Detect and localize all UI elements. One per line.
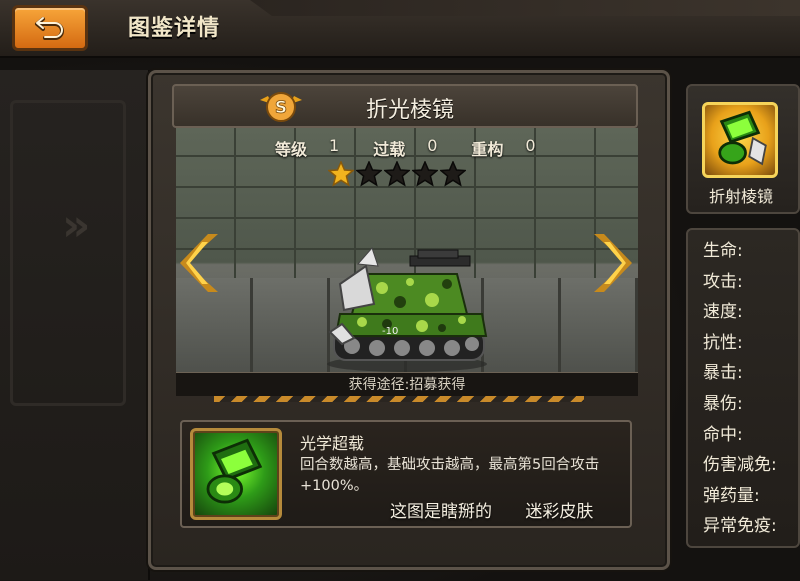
- tank-plate: -10: [382, 326, 398, 337]
- overlay-note-skin: 迷彩皮肤: [525, 502, 594, 522]
- top-bar-decoration: [250, 0, 800, 16]
- part-icon[interactable]: [702, 102, 778, 178]
- background-chevron: »: [62, 200, 91, 251]
- attribute-list: 生命: 攻击: 速度: 抗性: 暴击: 暴伤: 命中: 伤害减免: 弹药量: 异常免疫:: [703, 236, 777, 542]
- top-bar: [0, 0, 800, 58]
- level-value: 1: [329, 136, 340, 155]
- rebuild-label: 重构: [471, 140, 504, 159]
- attribute-item: 暴击:: [703, 363, 743, 384]
- attribute-item: 暴伤:: [703, 393, 743, 414]
- page-title: 图鉴详情: [128, 16, 221, 41]
- skill-icon: [190, 428, 282, 520]
- attribute-item: 异常免疫:: [703, 516, 777, 537]
- rank-letter: S: [275, 98, 287, 118]
- next-arrow-icon[interactable]: [592, 232, 634, 294]
- attribute-item: 伤害减免:: [703, 455, 777, 476]
- hazard-stripe: [214, 396, 584, 402]
- return-arrow-icon: [35, 17, 64, 40]
- rank-s-badge-icon: S: [260, 92, 302, 122]
- overlay-note-text: 这图是瞎掰的: [390, 502, 492, 522]
- item-name: 折光棱镜: [365, 98, 454, 123]
- star-filled-icon: [328, 161, 354, 187]
- camouflage-tank: -10: [327, 247, 488, 372]
- attribute-item: 速度:: [703, 302, 743, 323]
- overload-label: 过载: [373, 140, 406, 159]
- prism-cannon-icon: [206, 438, 263, 504]
- overload-value: 0: [427, 136, 438, 155]
- attribute-item: 攻击:: [703, 271, 743, 292]
- star-empty-icon: [440, 161, 466, 187]
- level-label: 等级: [275, 140, 308, 159]
- attribute-item: 弹药量:: [703, 485, 760, 506]
- refraction-prism-icon: [718, 110, 767, 166]
- attribute-item: 生命:: [703, 241, 743, 261]
- rebuild-value: 0: [525, 136, 536, 155]
- source-text: 获得途径:招募获得: [348, 377, 466, 393]
- star-empty-icon: [356, 161, 382, 187]
- star-rating: [328, 161, 466, 187]
- back-button[interactable]: [12, 5, 88, 51]
- overlay-note: 这图是瞎掰的 迷彩皮肤: [390, 497, 593, 522]
- part-name: 折射棱镜: [708, 187, 773, 206]
- background-door: [0, 70, 150, 580]
- previous-arrow-icon[interactable]: [178, 232, 220, 294]
- skill-title: 光学超载: [300, 434, 365, 453]
- star-empty-icon: [412, 161, 438, 187]
- item-stats: 等级 1 过载 0 重构 0: [275, 136, 570, 160]
- skill-description: 回合数越高，基础攻击越高，最高第5回合攻击+100%。: [300, 457, 600, 494]
- attribute-item: 命中:: [703, 424, 743, 445]
- attribute-item: 抗性:: [703, 332, 743, 353]
- star-empty-icon: [384, 161, 410, 187]
